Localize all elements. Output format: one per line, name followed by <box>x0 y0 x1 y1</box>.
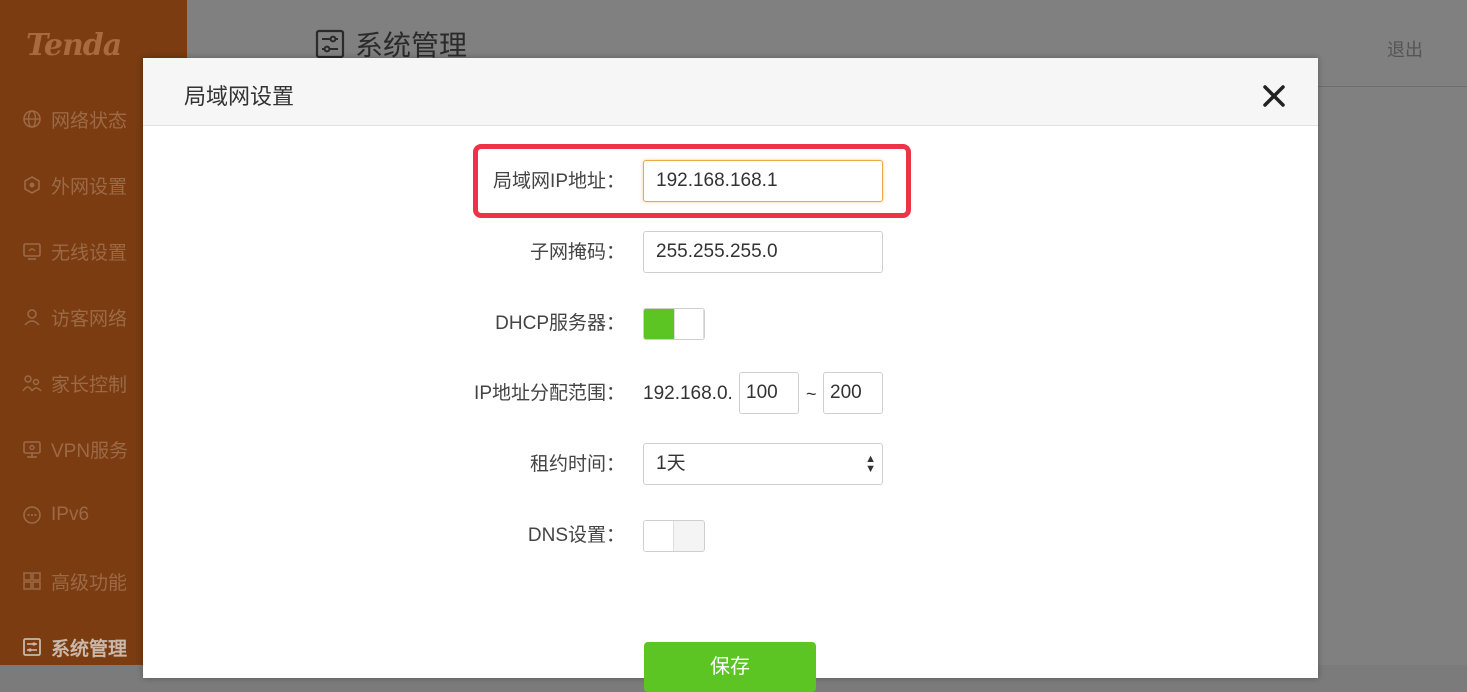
close-icon <box>1263 85 1285 107</box>
sidebar-item-label: 无线设置 <box>51 242 128 264</box>
lease-row: 租约时间： 1天 ▲ ▼ <box>143 443 1318 487</box>
dhcp-row: DHCP服务器： <box>143 302 1318 346</box>
select-arrows-icon: ▲ ▼ <box>865 453 876 475</box>
dhcp-label: DHCP服务器： <box>495 313 625 334</box>
lease-label: 租约时间： <box>529 454 625 475</box>
ip-range-row: IP地址分配范围： 192.168.0. 100 ~ 200 <box>143 372 1318 416</box>
vpn-icon <box>22 439 42 459</box>
dialog-header: 局域网设置 <box>143 58 1318 126</box>
system-settings-icon <box>315 29 345 59</box>
subnet-mask-input[interactable]: 255.255.255.0 <box>643 231 883 273</box>
sidebar-item-label: 高级功能 <box>51 572 128 594</box>
wireless-icon <box>22 241 42 261</box>
lease-time-select[interactable]: 1天 ▲ ▼ <box>643 443 883 485</box>
lease-time-value: 1天 <box>656 453 686 474</box>
dns-toggle[interactable] <box>643 520 705 552</box>
dialog-title: 局域网设置 <box>184 84 295 109</box>
lan-ip-input[interactable]: 192.168.168.1 <box>643 160 883 202</box>
parental-icon <box>22 373 42 393</box>
sidebar-item-label: IPv6 <box>51 504 90 525</box>
dns-row: DNS设置： <box>143 514 1318 558</box>
lan-settings-dialog: 局域网设置 局域网IP地址： 192.168.168.1 子网掩码： 255.2… <box>143 58 1318 692</box>
tenda-logo: Tenda <box>26 28 122 63</box>
sidebar-item-label: VPN服务 <box>51 440 129 462</box>
subnet-label: 子网掩码： <box>529 242 625 263</box>
dhcp-toggle[interactable] <box>643 308 705 340</box>
ip-range-prefix: 192.168.0. <box>643 383 733 404</box>
sidebar-item-label: 网络状态 <box>51 110 128 132</box>
guest-icon <box>22 307 42 327</box>
close-button[interactable] <box>1260 82 1288 110</box>
globe-icon <box>22 109 42 129</box>
dns-label: DNS设置： <box>527 525 625 546</box>
logout-link[interactable]: 退出 <box>1387 36 1423 62</box>
ip-range-end-input[interactable]: 200 <box>823 372 883 414</box>
advanced-icon <box>22 571 42 591</box>
sidebar-item-label: 家长控制 <box>51 374 128 396</box>
ip-range-start-input[interactable]: 100 <box>739 372 799 414</box>
sidebar-item-label: 外网设置 <box>51 176 128 198</box>
wan-icon <box>22 175 42 195</box>
lan-ip-label: 局域网IP地址： <box>493 171 625 192</box>
ip-range-separator: ~ <box>806 384 817 404</box>
ipv6-icon <box>22 505 42 525</box>
subnet-row: 子网掩码： 255.255.255.0 <box>143 231 1318 275</box>
sidebar-item-label: 系统管理 <box>51 638 128 660</box>
save-button[interactable]: 保存 <box>644 642 816 692</box>
lan-ip-row: 局域网IP地址： 192.168.168.1 <box>143 160 1318 204</box>
system-icon <box>22 637 42 657</box>
sidebar-item-label: 访客网络 <box>51 308 128 330</box>
ip-range-label: IP地址分配范围： <box>474 383 625 404</box>
